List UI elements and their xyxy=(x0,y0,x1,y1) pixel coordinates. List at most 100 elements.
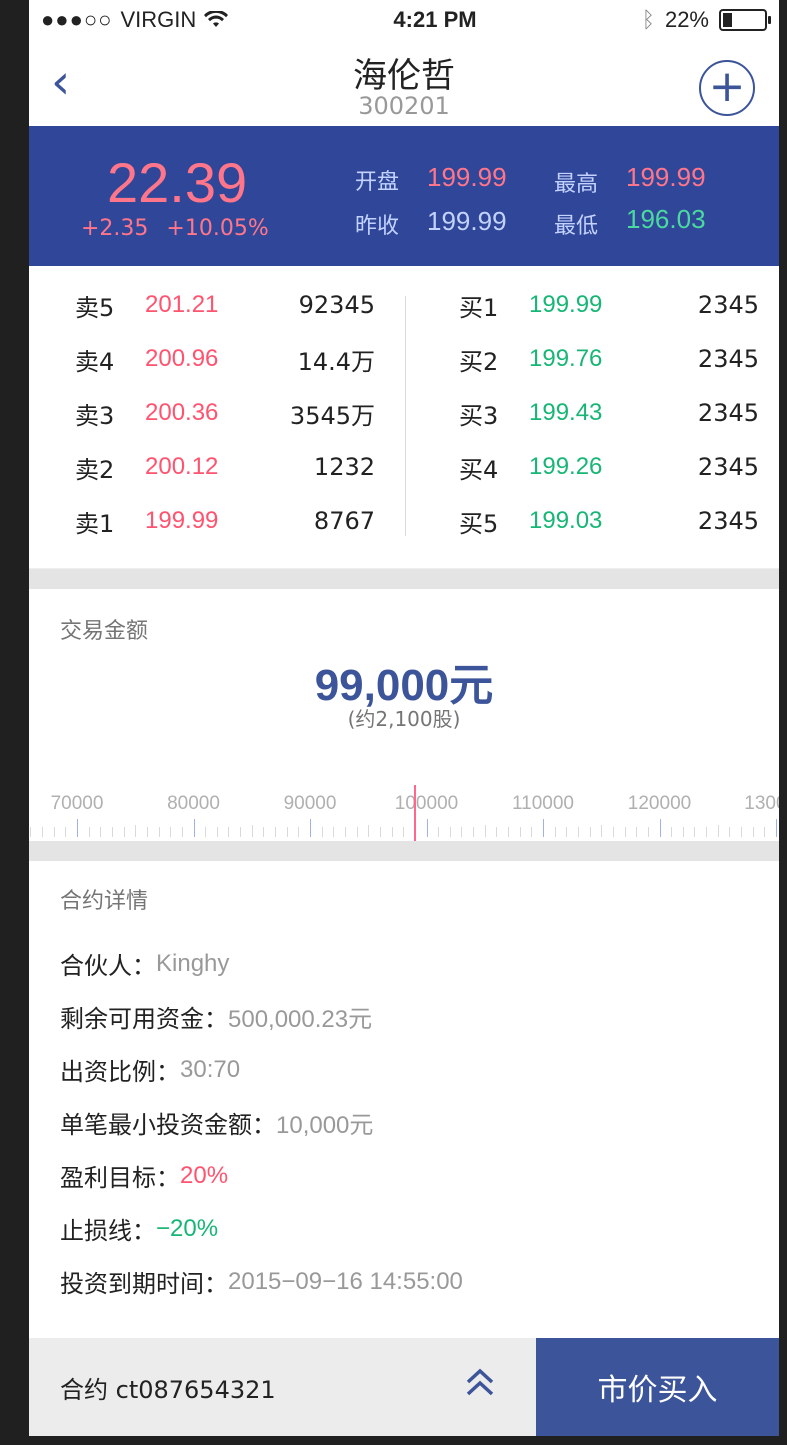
bid-row[interactable]: 买3 199.43 2345 xyxy=(459,386,759,440)
status-bar: ●●●○○ VIRGIN 4:21 PM ᛒ 22% xyxy=(29,0,779,40)
ask-label: 卖3 xyxy=(75,401,115,430)
double-chevron-up-icon[interactable] xyxy=(465,1368,495,1396)
ask-row[interactable]: 卖5 201.21 92345 xyxy=(75,278,375,332)
amount-slider[interactable]: 70000 80000 90000 100000 110000 120000 130000 xyxy=(29,783,779,841)
bid-price: 199.99 xyxy=(529,291,603,318)
detail-label: 盈利目标： xyxy=(60,1164,180,1192)
ruler-tick xyxy=(694,827,696,837)
ask-row[interactable]: 卖4 200.96 14.4万 xyxy=(75,332,375,386)
bid-row[interactable]: 买5 199.03 2345 xyxy=(459,494,759,548)
ask-volume: 92345 xyxy=(298,291,375,319)
detail-value: 10,000元 xyxy=(276,1112,374,1139)
section-divider xyxy=(29,569,779,589)
detail-value: 20% xyxy=(180,1161,229,1189)
ask-label: 卖5 xyxy=(75,293,115,322)
ruler-tick xyxy=(706,827,708,837)
battery-percent: 22% xyxy=(664,7,709,32)
detail-row: 出资比例： 30:70 xyxy=(60,1043,779,1096)
ruler-tick xyxy=(181,827,183,837)
carrier-label: VIRGIN xyxy=(120,7,197,32)
ruler-tick xyxy=(461,827,463,837)
add-icon[interactable]: + xyxy=(699,60,755,116)
ruler-tick xyxy=(286,827,288,837)
section-divider xyxy=(29,841,779,861)
detail-label: 止损线： xyxy=(60,1217,156,1245)
change-percent: +10.05% xyxy=(166,216,269,241)
quote-panel: 22.39 +2.35 +10.05% 开盘 199.99 昨收 199.99 最… xyxy=(29,126,779,266)
detail-label: 出资比例： xyxy=(60,1058,180,1086)
high-label: 最高 xyxy=(554,172,599,197)
ruler-tick xyxy=(636,827,638,837)
ruler-tick xyxy=(776,819,777,837)
ask-label: 卖4 xyxy=(75,347,115,376)
bid-label: 买4 xyxy=(459,455,499,484)
change-amount: +2.35 xyxy=(81,216,149,241)
ruler-tick xyxy=(473,827,475,837)
ask-row[interactable]: 卖3 200.36 3545万 xyxy=(75,386,375,440)
ruler-tick xyxy=(508,827,510,837)
bid-price: 199.03 xyxy=(529,507,603,534)
bid-price: 199.43 xyxy=(529,399,603,426)
bid-row[interactable]: 买1 199.99 2345 xyxy=(459,278,759,332)
ruler-tick xyxy=(741,827,743,837)
ask-volume: 1232 xyxy=(313,453,375,481)
ruler-tick xyxy=(216,827,218,837)
bottom-bar: 合约 ct087654321 市价买入 xyxy=(29,1338,779,1436)
bid-price: 199.26 xyxy=(529,453,603,480)
ask-row[interactable]: 卖1 199.99 8767 xyxy=(75,494,375,548)
detail-value: 30:70 xyxy=(180,1055,241,1083)
bid-label: 买3 xyxy=(459,401,499,430)
prev-close-value: 199.99 xyxy=(427,206,507,236)
ask-price: 199.99 xyxy=(145,507,219,534)
market-buy-button[interactable]: 市价买入 xyxy=(536,1338,779,1436)
signal-icon: ●●●○○ xyxy=(41,7,113,32)
detail-value: Kinghy xyxy=(156,949,230,977)
ruler-tick xyxy=(379,827,381,837)
ruler-tick xyxy=(356,827,358,837)
amount-label: 交易金额 xyxy=(60,619,149,644)
ruler-tick xyxy=(228,827,230,837)
detail-row: 止损线： −20% xyxy=(60,1202,779,1255)
detail-row: 盈利目标： 20% xyxy=(60,1149,779,1202)
ruler-tick xyxy=(205,827,207,837)
ruler-tick xyxy=(251,825,253,837)
bid-row[interactable]: 买2 199.76 2345 xyxy=(459,332,759,386)
ruler-tick xyxy=(624,827,626,837)
slider-pointer[interactable] xyxy=(413,785,416,841)
ruler-tick xyxy=(53,827,55,837)
ruler-tick xyxy=(333,827,335,837)
ruler-tick xyxy=(193,819,195,837)
ruler-tick xyxy=(752,827,754,837)
ruler-tick xyxy=(717,825,719,837)
stock-code: 300201 xyxy=(358,92,450,120)
ruler-tick xyxy=(519,827,521,837)
detail-row: 单笔最小投资金额： 10,000元 xyxy=(60,1096,779,1149)
detail-row: 投资到期时间： 2015−09−16 14:55:00 xyxy=(60,1255,779,1308)
current-price: 22.39 xyxy=(107,151,248,214)
bid-row[interactable]: 买4 199.26 2345 xyxy=(459,440,759,494)
ruler-tick xyxy=(589,827,591,837)
ruler-tick xyxy=(496,827,498,837)
ruler-tick xyxy=(438,827,440,837)
ask-price: 201.21 xyxy=(145,291,219,318)
ruler-tick xyxy=(647,827,649,837)
ruler-tick xyxy=(682,827,684,837)
ruler-tick xyxy=(368,825,370,837)
ruler-tick xyxy=(612,827,614,837)
ruler-label: 120000 xyxy=(627,793,692,814)
bid-volume: 2345 xyxy=(697,399,759,427)
bid-price: 199.76 xyxy=(529,345,603,372)
detail-value: 500,000.23元 xyxy=(228,1006,373,1033)
ruler-tick xyxy=(321,827,323,837)
ask-label: 卖1 xyxy=(75,509,115,538)
ruler-tick xyxy=(484,825,486,837)
ruler-tick xyxy=(310,819,311,837)
clock: 4:21 PM xyxy=(393,7,477,32)
ruler-label: 110000 xyxy=(512,793,574,814)
bid-volume: 2345 xyxy=(697,453,759,481)
ruler-label: 130000 xyxy=(744,793,779,814)
ask-row[interactable]: 卖2 200.12 1232 xyxy=(75,440,375,494)
price-change: +2.35 +10.05% xyxy=(81,216,287,241)
ruler-tick xyxy=(554,827,556,837)
detail-value: 2015−09−16 14:55:00 xyxy=(228,1267,463,1295)
